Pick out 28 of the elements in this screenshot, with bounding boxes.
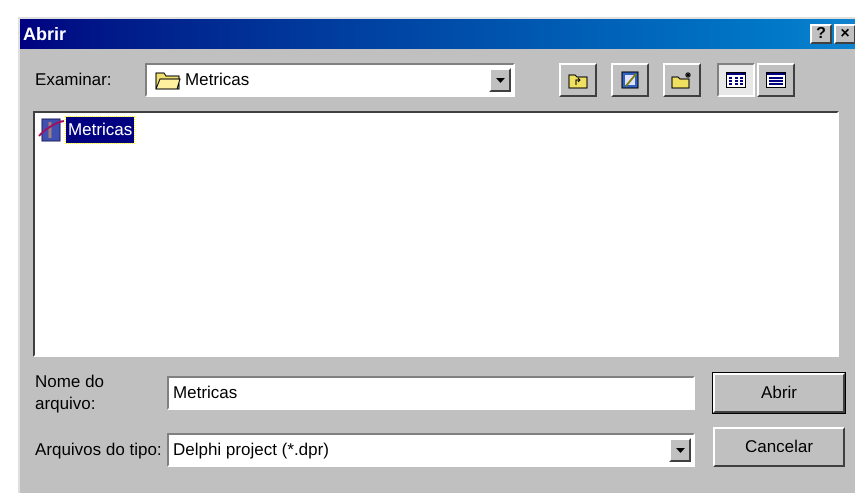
desktop-icon — [620, 70, 640, 90]
toolbar-button[interactable] — [611, 63, 649, 97]
close-button[interactable]: × — [834, 24, 855, 44]
dropdown-button[interactable] — [669, 438, 691, 462]
look-in-value: Metricas — [185, 69, 250, 92]
help-button[interactable]: ? — [810, 24, 832, 44]
new-folder-icon — [671, 71, 693, 89]
details-view-icon — [766, 72, 786, 88]
list-view-icon — [726, 72, 746, 88]
file-name-label: Nome do arquivo: — [35, 371, 105, 415]
file-type-label: Arquivos do tipo: — [35, 439, 163, 461]
dropdown-button[interactable] — [489, 68, 511, 92]
view-button[interactable] — [717, 63, 755, 97]
file-name-field[interactable]: Metricas — [167, 376, 695, 410]
file-name[interactable]: Metricas — [66, 117, 134, 143]
dropdown-arrow-icon — [496, 78, 504, 82]
file-type-value: Delphi project (*.dpr) — [173, 439, 330, 462]
toolbar-button[interactable] — [663, 63, 701, 97]
look-in-dropdown[interactable]: Metricas — [145, 63, 515, 97]
dropdown-arrow-icon — [676, 448, 684, 452]
open-button[interactable]: Abrir — [713, 373, 845, 413]
project-file-icon — [38, 116, 66, 144]
file-type-dropdown[interactable]: Delphi project (*.dpr) — [167, 433, 695, 467]
look-in-label: Examinar: — [35, 69, 113, 92]
folder-icon — [155, 70, 181, 90]
cancel-button[interactable]: Cancelar — [713, 427, 845, 467]
toolbar-button[interactable] — [559, 63, 597, 97]
window-title: Abrir — [23, 22, 66, 46]
